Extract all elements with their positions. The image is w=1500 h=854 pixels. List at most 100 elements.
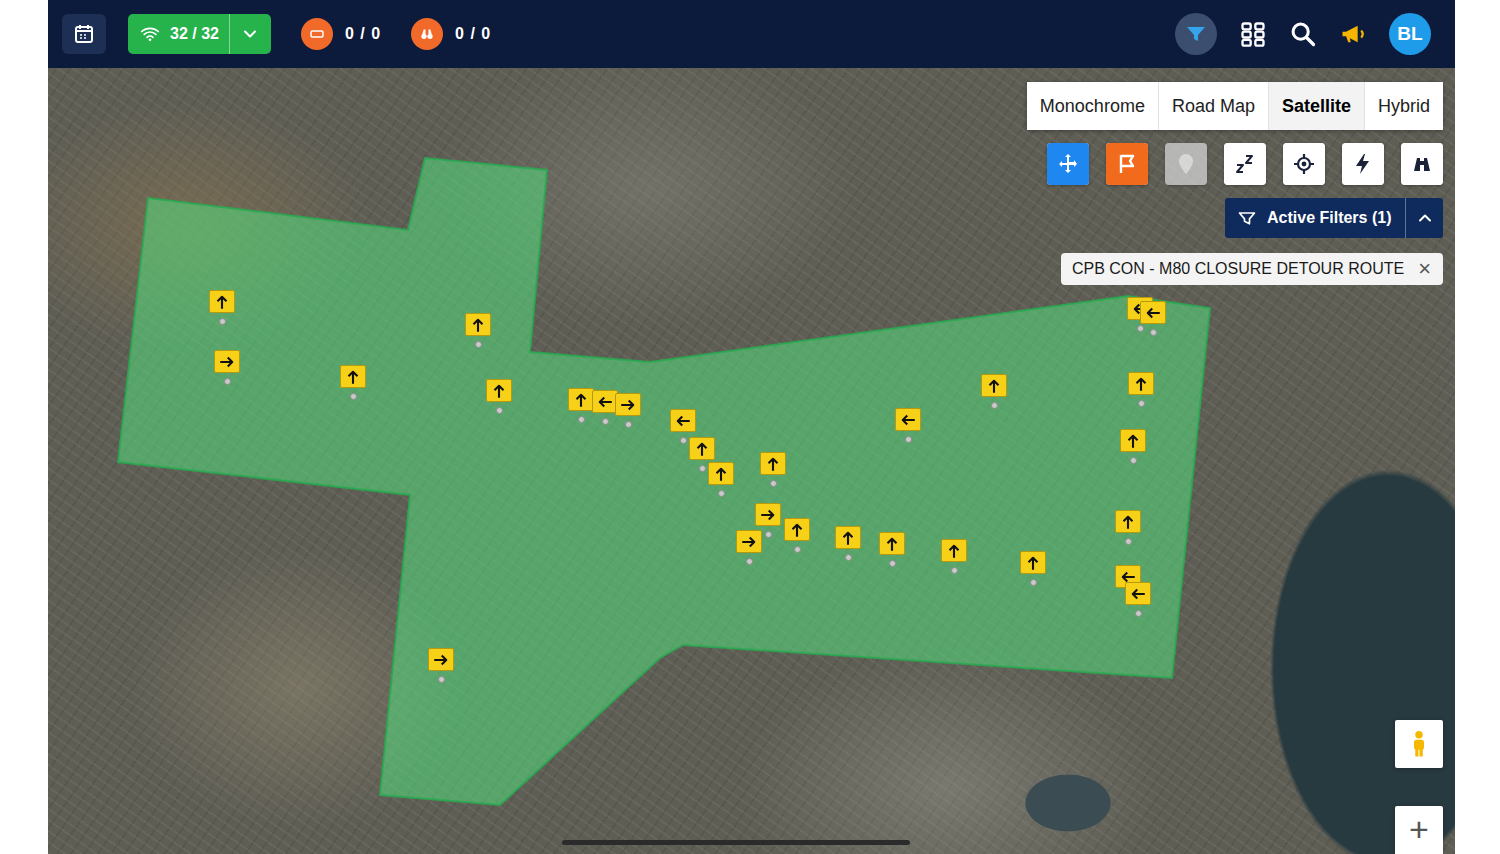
active-filters-bar[interactable]: Active Filters (1)	[1225, 198, 1443, 238]
marker-sign	[340, 365, 366, 388]
marker-pin	[578, 416, 585, 423]
map-tools	[1047, 143, 1443, 185]
marker-pin	[765, 531, 772, 538]
marker-pin	[889, 560, 896, 567]
marker-sign	[1140, 301, 1166, 324]
map-marker[interactable]	[340, 365, 366, 407]
satellite-map[interactable]: MonochromeRoad MapSatelliteHybrid Active …	[48, 68, 1455, 854]
filters-toggle[interactable]	[1405, 198, 1443, 238]
map-tool-button[interactable]	[1283, 143, 1325, 185]
map-marker[interactable]	[835, 526, 861, 568]
map-marker[interactable]	[1120, 429, 1146, 471]
map-marker[interactable]	[1020, 551, 1046, 593]
map-tool-button[interactable]	[1401, 143, 1443, 185]
filter-chip-label: CPB CON - M80 CLOSURE DETOUR ROUTE	[1072, 257, 1404, 281]
map-marker[interactable]	[428, 648, 454, 690]
connection-status[interactable]: 32 / 32	[128, 22, 229, 46]
map-marker[interactable]	[708, 462, 734, 504]
map-tool-button[interactable]	[1106, 143, 1148, 185]
counter[interactable]: 0 / 0	[411, 18, 491, 50]
megaphone-icon	[1339, 20, 1367, 48]
arrow-up-icon	[945, 542, 963, 560]
marker-sign	[941, 539, 967, 562]
map-marker[interactable]	[568, 388, 594, 430]
marker-sign	[1128, 372, 1154, 395]
filter-button[interactable]	[1175, 13, 1217, 55]
marker-pin	[1137, 325, 1144, 332]
marker-pin	[1130, 457, 1137, 464]
map-marker[interactable]	[615, 393, 641, 435]
map-tool-button[interactable]	[1342, 143, 1384, 185]
marker-sign	[835, 526, 861, 549]
map-marker[interactable]	[214, 350, 240, 392]
marker-pin	[1030, 579, 1037, 586]
map-marker[interactable]	[1115, 510, 1141, 552]
map-marker[interactable]	[981, 374, 1007, 416]
dashboard-button[interactable]	[1239, 20, 1267, 48]
binoculars-icon	[418, 25, 436, 43]
map-marker[interactable]	[1128, 372, 1154, 414]
tool-fill	[1342, 143, 1384, 185]
marker-sign	[760, 452, 786, 475]
marker-pin	[475, 341, 482, 348]
map-tool-button[interactable]	[1224, 143, 1266, 185]
map-marker[interactable]	[1140, 301, 1166, 343]
map-marker[interactable]	[209, 290, 235, 332]
marker-pin	[625, 421, 632, 428]
map-marker[interactable]	[941, 539, 967, 581]
map-tool-button[interactable]	[1047, 143, 1089, 185]
marker-sign	[465, 313, 491, 336]
map-marker[interactable]	[486, 379, 512, 421]
map-tool-button[interactable]	[1165, 143, 1207, 185]
marker-pin	[602, 418, 609, 425]
map-marker[interactable]	[895, 408, 921, 450]
remove-filter-button[interactable]: ×	[1416, 258, 1433, 280]
active-filters-text: Active Filters (1)	[1267, 206, 1391, 230]
marker-pin	[219, 318, 226, 325]
marker-pin	[794, 546, 801, 553]
connection-dropdown[interactable]	[229, 14, 271, 54]
map-type-button[interactable]: Hybrid	[1365, 82, 1443, 130]
marker-pin	[1135, 610, 1142, 617]
arrow-up-icon	[469, 316, 487, 334]
marker-sign	[214, 350, 240, 373]
map-type-button[interactable]: Monochrome	[1027, 82, 1159, 130]
map-type-button[interactable]: Road Map	[1159, 82, 1269, 130]
arrow-up-icon	[1119, 513, 1137, 531]
arrow-up-icon	[1024, 554, 1042, 572]
street-view-button[interactable]	[1395, 720, 1443, 768]
zoom-in-button[interactable]: +	[1395, 806, 1443, 854]
arrow-up-icon	[788, 521, 806, 539]
map-marker[interactable]	[1125, 582, 1151, 624]
counter[interactable]: 0 / 0	[301, 18, 381, 50]
user-avatar[interactable]: BL	[1389, 13, 1431, 55]
binoculars-icon	[1410, 152, 1434, 176]
arrow-up-icon	[213, 293, 231, 311]
active-filters-label[interactable]: Active Filters (1)	[1225, 206, 1405, 230]
arrow-up-icon	[883, 535, 901, 553]
map-marker[interactable]	[784, 518, 810, 560]
map-marker[interactable]	[760, 452, 786, 494]
map-marker[interactable]	[879, 532, 905, 574]
avatar-initials: BL	[1397, 20, 1422, 49]
map-marker[interactable]	[736, 530, 762, 572]
arrow-right-icon	[218, 353, 236, 371]
zone-polygon[interactable]	[118, 158, 1210, 805]
map-type-button[interactable]: Satellite	[1269, 82, 1365, 130]
map-marker[interactable]	[465, 313, 491, 355]
connection-pill[interactable]: 32 / 32	[128, 14, 271, 54]
marker-sign	[689, 437, 715, 460]
search-button[interactable]	[1289, 20, 1317, 48]
marker-sign	[1125, 582, 1151, 605]
marker-sign	[1115, 510, 1141, 533]
ticket-icon	[308, 25, 326, 43]
announcements-button[interactable]	[1339, 20, 1367, 48]
marker-pin	[1125, 538, 1132, 545]
marker-pin	[770, 480, 777, 487]
calendar-button[interactable]	[62, 14, 106, 54]
marker-sign	[784, 518, 810, 541]
chevron-down-icon	[240, 24, 260, 44]
counter-value: 0 / 0	[455, 22, 491, 46]
arrow-up-icon	[839, 529, 857, 547]
search-icon	[1289, 20, 1317, 48]
